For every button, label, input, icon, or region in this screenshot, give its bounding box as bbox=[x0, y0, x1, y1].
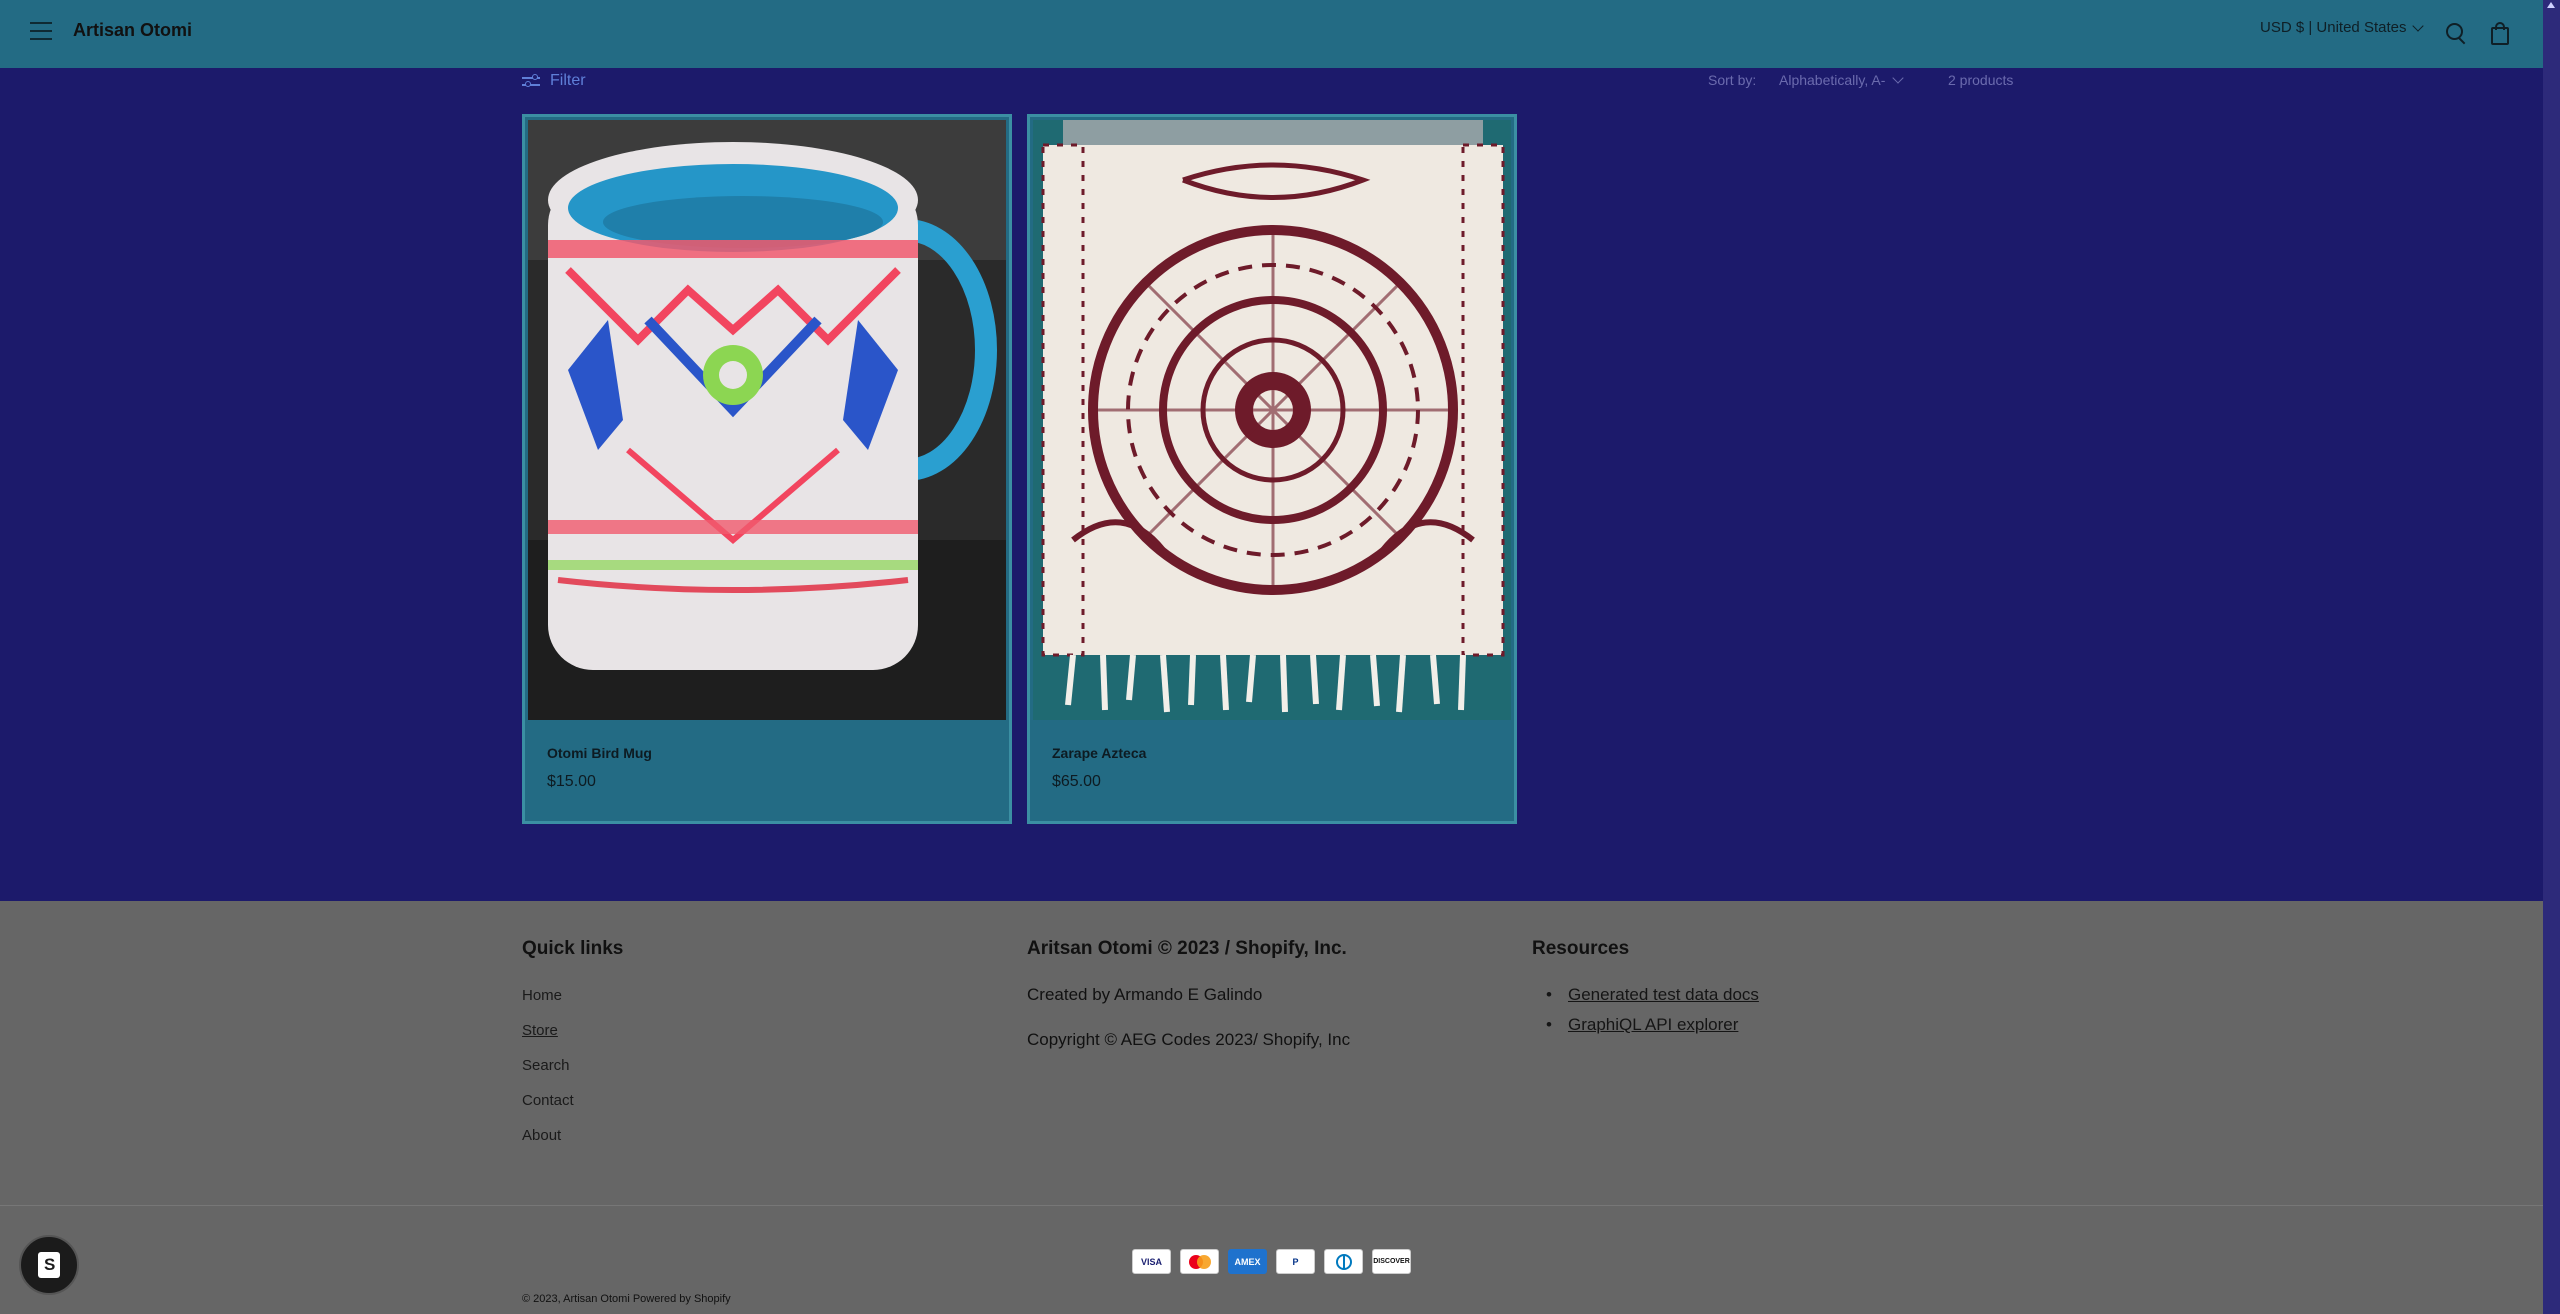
about-line-2: Copyright © AEG Codes 2023/ Shopify, Inc bbox=[1027, 1030, 1351, 1049]
currency-selector[interactable]: USD $ | United States bbox=[2260, 19, 2425, 36]
product-image-mug[interactable] bbox=[528, 120, 1006, 720]
cart-icon[interactable] bbox=[2488, 21, 2512, 45]
product-title[interactable]: Otomi Bird Mug bbox=[547, 745, 652, 761]
footer-link-contact[interactable]: Contact bbox=[522, 1092, 574, 1109]
chevron-down-icon bbox=[1892, 72, 1905, 84]
filter-button[interactable]: Filter bbox=[522, 72, 586, 90]
sort-value: Alphabetically, A- bbox=[1779, 72, 1886, 88]
about-heading: Aritsan Otomi © 2023 / Shopify, Inc. bbox=[1027, 938, 1347, 959]
footer-link-about[interactable]: About bbox=[522, 1127, 561, 1144]
sort-select[interactable]: Alphabetically, A- bbox=[1779, 72, 1905, 88]
search-icon[interactable] bbox=[2444, 21, 2468, 45]
site-brand[interactable]: Artisan Otomi bbox=[73, 20, 192, 41]
footer-link-store[interactable]: Store bbox=[522, 1022, 558, 1039]
resource-link-test-data[interactable]: Generated test data docs bbox=[1546, 985, 1759, 1005]
product-price: $65.00 bbox=[1052, 773, 1101, 790]
diners-club-icon bbox=[1324, 1249, 1363, 1274]
page-scrollbar[interactable] bbox=[2543, 0, 2560, 1314]
visa-icon: VISA bbox=[1132, 1249, 1171, 1274]
footer-link-home[interactable]: Home bbox=[522, 987, 562, 1004]
payment-icons: VISA AMEX P DISCOVER bbox=[1132, 1249, 1411, 1274]
hamburger-icon[interactable] bbox=[30, 22, 52, 42]
product-count: 2 products bbox=[1948, 72, 2014, 88]
discover-icon: DISCOVER bbox=[1372, 1249, 1411, 1274]
shopify-bag-icon[interactable] bbox=[19, 1235, 79, 1295]
chevron-down-icon bbox=[2412, 19, 2425, 32]
copyright-text: © 2023, Artisan Otomi Powered by Shopify bbox=[522, 1293, 731, 1305]
footer-link-search[interactable]: Search bbox=[522, 1057, 570, 1074]
filter-label: Filter bbox=[550, 72, 586, 89]
about-line-1: Created by Armando E Galindo bbox=[1027, 985, 1263, 1004]
quick-links-heading: Quick links bbox=[522, 938, 624, 959]
resource-link-graphiql[interactable]: GraphiQL API explorer bbox=[1546, 1015, 1738, 1035]
currency-label: USD $ | United States bbox=[2260, 19, 2407, 36]
product-card[interactable]: Otomi Bird Mug $15.00 bbox=[522, 114, 1012, 824]
amex-icon: AMEX bbox=[1228, 1249, 1267, 1274]
product-price: $15.00 bbox=[547, 773, 596, 790]
mastercard-icon bbox=[1180, 1249, 1219, 1274]
resources-heading: Resources bbox=[1532, 938, 1630, 959]
sort-label: Sort by: bbox=[1708, 72, 1757, 88]
filter-icon bbox=[522, 74, 540, 88]
product-title[interactable]: Zarape Azteca bbox=[1052, 745, 1146, 761]
product-image-zarape[interactable] bbox=[1033, 120, 1511, 720]
site-header: Artisan Otomi USD $ | United States bbox=[0, 0, 2543, 68]
product-card[interactable]: Zarape Azteca $65.00 bbox=[1027, 114, 1517, 824]
footer-divider bbox=[0, 1205, 2543, 1206]
scroll-up-arrow-icon[interactable] bbox=[2547, 2, 2555, 8]
paypal-icon: P bbox=[1276, 1249, 1315, 1274]
